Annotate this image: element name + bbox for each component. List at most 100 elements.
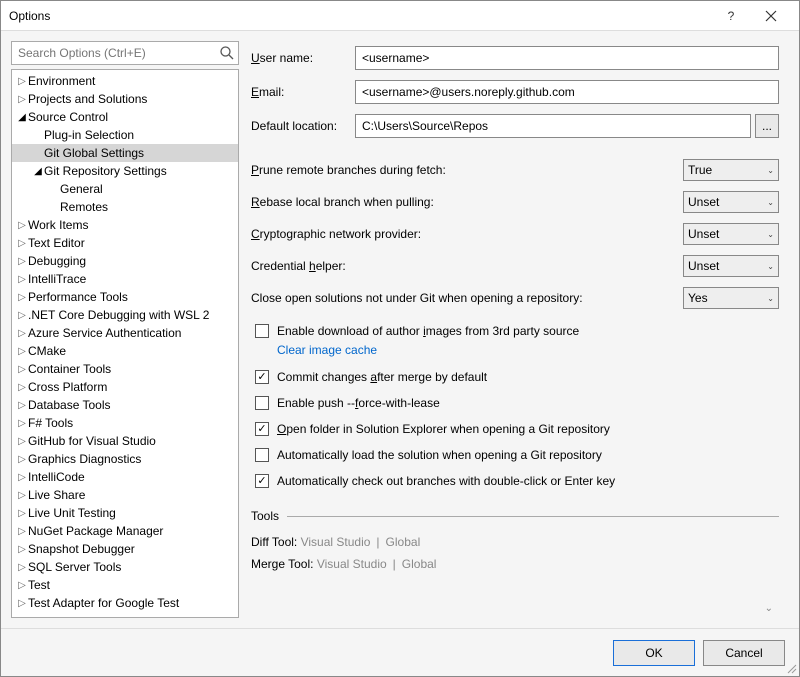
browse-button[interactable]: ...	[755, 114, 779, 138]
tree-item[interactable]: ▷GitHub for Visual Studio	[12, 432, 238, 450]
tree-item[interactable]: ▷NuGet Package Manager	[12, 522, 238, 540]
setting-dropdown[interactable]: Yes⌄	[683, 287, 779, 309]
setting-dropdown[interactable]: Unset⌄	[683, 255, 779, 277]
arrow-right-icon: ▷	[16, 544, 28, 555]
checkbox[interactable]: ✓	[255, 474, 269, 488]
tree-item[interactable]: ▷Environment	[12, 72, 238, 90]
tree-item[interactable]: ▷Performance Tools	[12, 288, 238, 306]
tree-item[interactable]: ▷Container Tools	[12, 360, 238, 378]
tree-item[interactable]: ▷Graphics Diagnostics	[12, 450, 238, 468]
arrow-right-icon: ▷	[16, 418, 28, 429]
tree-item[interactable]: ▷SQL Server Tools	[12, 558, 238, 576]
tree-item[interactable]: ▷Test Adapter for Google Test	[12, 594, 238, 612]
tree-item[interactable]: ▷IntelliCode	[12, 468, 238, 486]
help-button[interactable]: ?	[711, 1, 751, 31]
tree-item-label: Plug-in Selection	[44, 128, 134, 142]
setting-dropdown[interactable]: Unset⌄	[683, 191, 779, 213]
tree-item[interactable]: ▷Azure Service Authentication	[12, 324, 238, 342]
tree-item[interactable]: Git Global Settings	[12, 144, 238, 162]
tree-item[interactable]: ▷Debugging	[12, 252, 238, 270]
tree-item[interactable]: ▷Test	[12, 576, 238, 594]
tree-item[interactable]: ▷Snapshot Debugger	[12, 540, 238, 558]
tree-item-label: Graphics Diagnostics	[28, 452, 141, 466]
tree-item-label: Live Unit Testing	[28, 506, 116, 520]
tree-item[interactable]: ▷Database Tools	[12, 396, 238, 414]
cancel-button[interactable]: Cancel	[703, 640, 785, 666]
tree-item-label: CMake	[28, 344, 66, 358]
tree-item-label: Work Items	[28, 218, 88, 232]
tree-item[interactable]: ▷CMake	[12, 342, 238, 360]
window-title: Options	[9, 9, 711, 23]
clear-image-cache-link[interactable]: Clear image cache	[277, 343, 779, 357]
tree-item-label: Test Adapter for Google Test	[28, 596, 179, 610]
setting-label: Cryptographic network provider:	[251, 227, 683, 241]
arrow-right-icon: ▷	[16, 364, 28, 375]
tree-item[interactable]: ▷F# Tools	[12, 414, 238, 432]
tree-item[interactable]: ◢Source Control	[12, 108, 238, 126]
checkbox[interactable]	[255, 324, 269, 338]
arrow-right-icon: ▷	[16, 598, 28, 609]
email-input[interactable]	[355, 80, 779, 104]
tree-item[interactable]: ▷Text Editor	[12, 234, 238, 252]
arrow-right-icon: ▷	[16, 274, 28, 285]
tree-item[interactable]: General	[12, 180, 238, 198]
arrow-right-icon: ▷	[16, 400, 28, 411]
tree-item-label: Live Share	[28, 488, 85, 502]
tree-item-label: Environment	[28, 74, 95, 88]
arrow-right-icon: ▷	[16, 220, 28, 231]
checkbox-label: Automatically check out branches with do…	[277, 474, 615, 488]
resize-grip-icon[interactable]	[785, 662, 797, 674]
setting-label: Close open solutions not under Git when …	[251, 291, 683, 305]
tree-item[interactable]: Plug-in Selection	[12, 126, 238, 144]
checkbox[interactable]: ✓	[255, 370, 269, 384]
chevron-down-icon: ⌄	[767, 166, 774, 175]
checkbox[interactable]: ✓	[255, 422, 269, 436]
tree-item[interactable]: Remotes	[12, 198, 238, 216]
checkbox-label: Commit changes after merge by default	[277, 370, 487, 384]
tree-item-label: SQL Server Tools	[28, 560, 121, 574]
arrow-right-icon: ▷	[16, 382, 28, 393]
search-input[interactable]	[11, 41, 239, 65]
tree-item-label: Snapshot Debugger	[28, 542, 135, 556]
default-location-label: Default location:	[251, 119, 355, 133]
tree-item[interactable]: ▷Cross Platform	[12, 378, 238, 396]
checkbox[interactable]	[255, 396, 269, 410]
tree-item[interactable]: ▷.NET Core Debugging with WSL 2	[12, 306, 238, 324]
tree-item[interactable]: ▷Work Items	[12, 216, 238, 234]
arrow-right-icon: ▷	[16, 328, 28, 339]
tree-item-label: Debugging	[28, 254, 86, 268]
ok-button[interactable]: OK	[613, 640, 695, 666]
merge-tool-label: Merge Tool:	[251, 557, 313, 571]
tree-item-label: Performance Tools	[28, 290, 128, 304]
arrow-right-icon: ▷	[16, 256, 28, 267]
options-tree[interactable]: ▷Environment▷Projects and Solutions◢Sour…	[12, 70, 238, 617]
arrow-right-icon: ▷	[16, 508, 28, 519]
username-input[interactable]	[355, 46, 779, 70]
tools-header: Tools	[251, 509, 279, 523]
checkbox[interactable]	[255, 448, 269, 462]
arrow-right-icon: ▷	[16, 238, 28, 249]
checkbox-label: Open folder in Solution Explorer when op…	[277, 422, 610, 436]
setting-label: Credential helper:	[251, 259, 683, 273]
close-button[interactable]	[751, 1, 791, 31]
diff-tool-visual-studio[interactable]: Visual Studio	[301, 535, 371, 549]
tree-item-label: Azure Service Authentication	[28, 326, 181, 340]
setting-dropdown[interactable]: Unset⌄	[683, 223, 779, 245]
merge-tool-global[interactable]: Global	[402, 557, 437, 571]
username-label: User name:	[251, 51, 355, 65]
diff-tool-global[interactable]: Global	[386, 535, 421, 549]
email-label: Email:	[251, 85, 355, 99]
arrow-right-icon: ▷	[16, 436, 28, 447]
merge-tool-visual-studio[interactable]: Visual Studio	[317, 557, 387, 571]
tree-item[interactable]: ▷Live Share	[12, 486, 238, 504]
tree-item[interactable]: ▷Live Unit Testing	[12, 504, 238, 522]
default-location-input[interactable]	[355, 114, 751, 138]
tree-item[interactable]: ◢Git Repository Settings	[12, 162, 238, 180]
tree-item-label: Text Editor	[28, 236, 85, 250]
tree-item-label: Git Repository Settings	[44, 164, 167, 178]
tree-item[interactable]: ▷IntelliTrace	[12, 270, 238, 288]
diff-tool-label: Diff Tool:	[251, 535, 297, 549]
tree-item[interactable]: ▷Projects and Solutions	[12, 90, 238, 108]
tree-item-label: IntelliCode	[28, 470, 85, 484]
setting-dropdown[interactable]: True⌄	[683, 159, 779, 181]
